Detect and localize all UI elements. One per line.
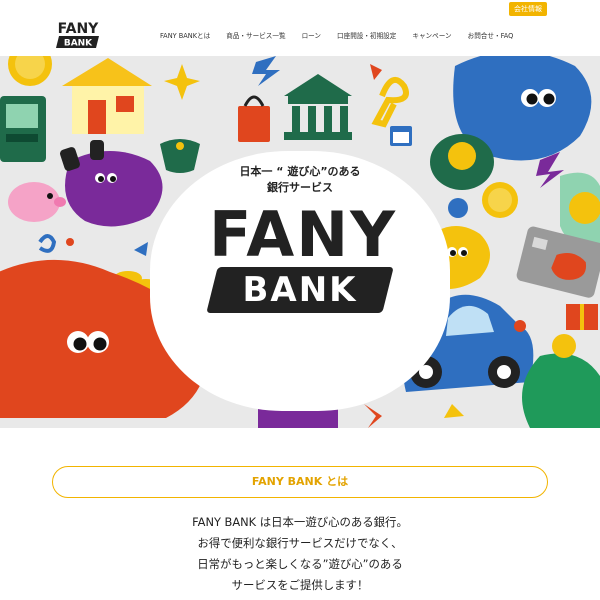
about-line: サービスをご提供します！ (231, 578, 369, 592)
piggy-bank-icon (8, 182, 66, 222)
hero-tagline-line1: 日本一 “ 遊び心”のある (239, 165, 361, 178)
green-cup-icon (160, 139, 200, 173)
atm-icon (0, 96, 46, 162)
bank-building-icon (284, 74, 352, 140)
nav-item-account-opening[interactable]: 口座開設・初期設定 (337, 30, 396, 40)
about-line: 日常がもっと楽しくなる”遊び心”のある (197, 557, 403, 571)
main-nav: FANY BANKとは 商品・サービス一覧 ローン 口座開設・初期設定 キャンペ… (160, 30, 529, 40)
about-heading: FANY BANK とは (52, 466, 548, 498)
house-icon (62, 58, 152, 134)
badge-icon (448, 198, 468, 218)
coin-icon (569, 192, 600, 224)
nav-item-products[interactable]: 商品・サービス一覧 (226, 30, 285, 40)
sparkle-icon (164, 64, 200, 100)
hero-tagline: 日本一 “ 遊び心”のある 銀行サービス (218, 164, 382, 196)
logo-bottom-text: BANK (64, 39, 93, 49)
calendar-icon (390, 126, 412, 146)
nav-item-campaign[interactable]: キャンペーン (412, 30, 451, 40)
about-text: FANY BANK は日本一遊び心のある銀行。 お得で便利な銀行サービスだけでな… (100, 512, 500, 596)
logo-top-text: FANY (58, 21, 100, 37)
coin-icon (552, 334, 576, 358)
purple-character (60, 140, 163, 227)
nav-item-contact[interactable]: お問合せ・FAQ (468, 30, 514, 40)
shopping-bag-icon (238, 95, 270, 142)
knot-icon (38, 234, 57, 253)
coin-icon (8, 56, 52, 86)
hero-subtitle: BANK (242, 270, 358, 310)
hero-tagline-line2: 銀行サービス (267, 181, 333, 194)
top-strip: 会社情報 (0, 0, 600, 18)
nav-item-loan[interactable]: ローン (302, 30, 321, 40)
logo[interactable]: FANY BANK (52, 20, 104, 50)
nav-item-about[interactable]: FANY BANKとは (160, 30, 210, 40)
money-bag-icon (430, 134, 494, 190)
about-line: FANY BANK は日本一遊び心のある銀行。 (192, 515, 408, 529)
site-header: FANY BANK FANY BANKとは 商品・サービス一覧 ローン 口座開設… (0, 18, 600, 52)
ribbon-icon (371, 76, 409, 128)
lightning-icon (252, 56, 280, 86)
corporate-info-button[interactable]: 会社情報 (509, 2, 547, 16)
hero-title: FANY (208, 198, 397, 271)
coin-icon (482, 182, 518, 218)
gift-icon (566, 304, 598, 330)
about-line: お得で便利な銀行サービスだけでなく、 (197, 536, 403, 550)
hero-banner: 日本一 “ 遊び心”のある 銀行サービス FANY BANK (0, 56, 600, 428)
